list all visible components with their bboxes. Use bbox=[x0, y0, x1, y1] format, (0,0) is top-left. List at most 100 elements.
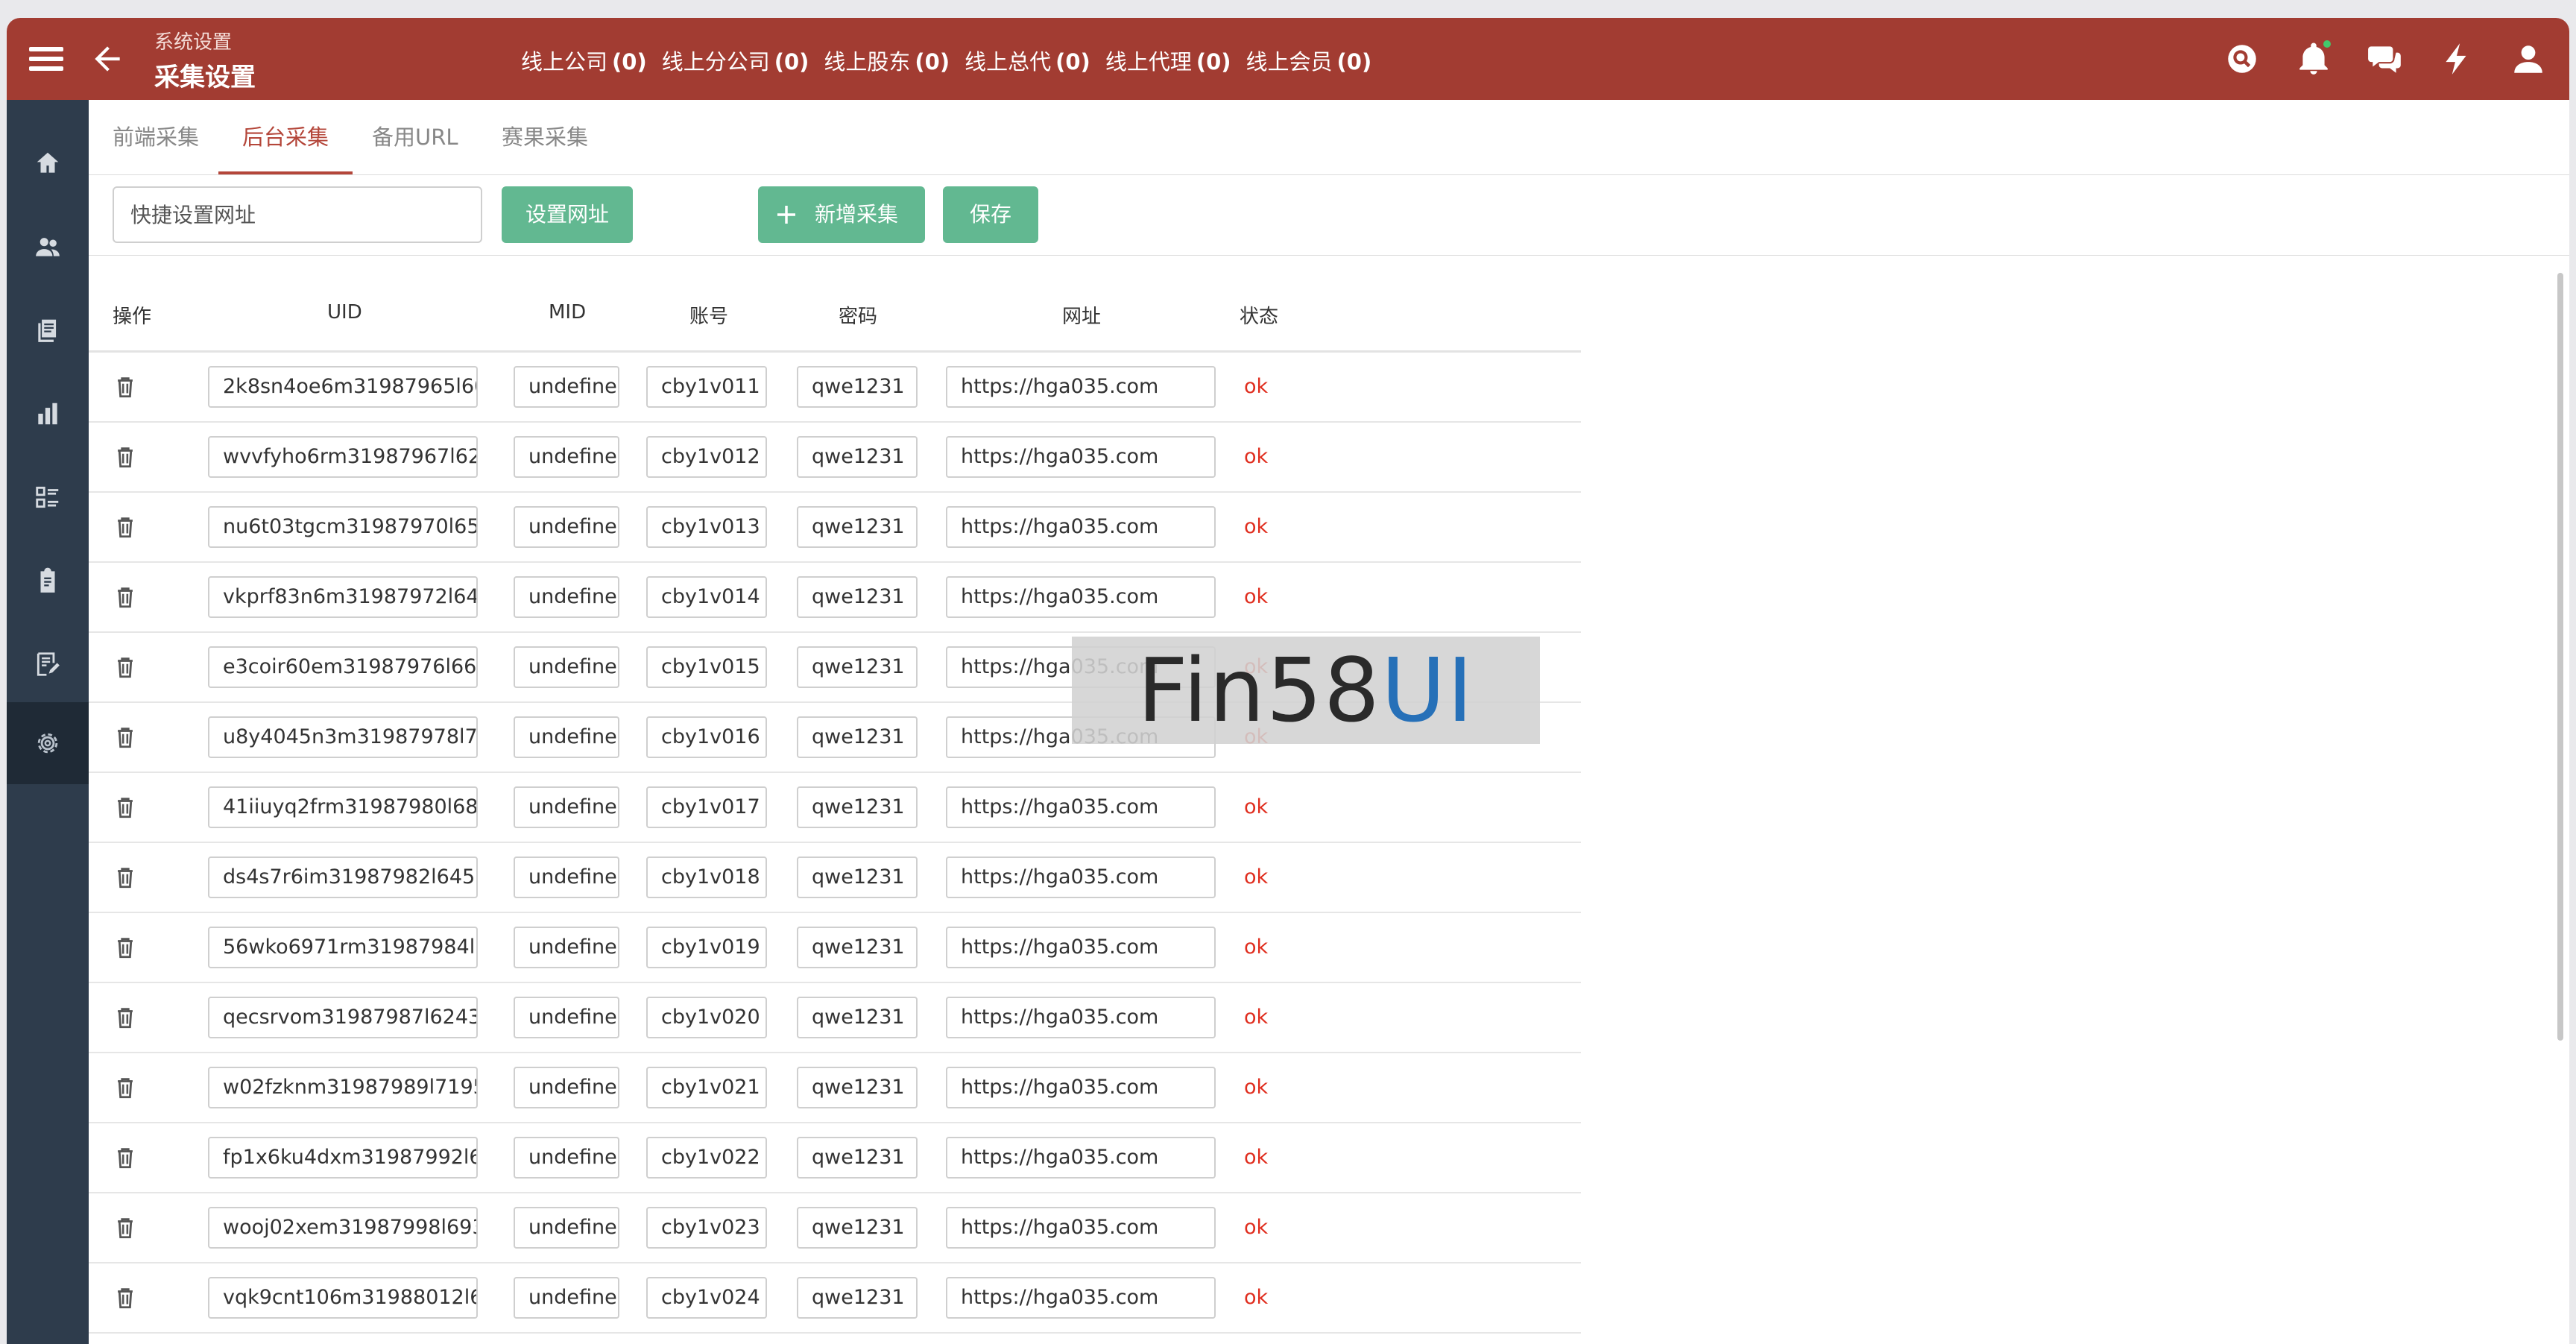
sidebar-item-list[interactable] bbox=[7, 456, 89, 538]
account-field[interactable]: cby1v019 bbox=[646, 927, 767, 968]
uid-field[interactable]: qecsrvom31987987l6243 bbox=[208, 997, 478, 1038]
mid-field[interactable]: undefined bbox=[514, 1067, 619, 1108]
set-url-button[interactable]: 设置网址 bbox=[502, 186, 633, 243]
url-field[interactable]: https://hga035.com bbox=[946, 436, 1216, 478]
online-link-branch[interactable]: 线上分公司 (0) bbox=[662, 45, 809, 76]
uid-field[interactable]: ds4s7r6im31987982l6451 bbox=[208, 856, 478, 898]
online-link-agent[interactable]: 线上代理 (0) bbox=[1105, 45, 1231, 76]
sidebar-item-home[interactable] bbox=[7, 122, 89, 204]
sidebar-item-notes[interactable] bbox=[7, 623, 89, 705]
trash-icon[interactable] bbox=[113, 373, 138, 400]
url-field[interactable]: https://hga035.com bbox=[946, 856, 1216, 898]
uid-field[interactable]: nu6t03tgcm31987970l65 bbox=[208, 506, 478, 548]
trash-icon[interactable] bbox=[113, 1214, 138, 1241]
uid-field[interactable]: u8y4045n3m31987978l7 bbox=[208, 716, 478, 758]
user-icon[interactable] bbox=[2510, 40, 2547, 78]
sidebar-item-documents[interactable] bbox=[7, 289, 89, 371]
mid-field[interactable]: undefined bbox=[514, 506, 619, 548]
account-field[interactable]: cby1v016 bbox=[646, 716, 767, 758]
uid-field[interactable]: e3coir60em31987976l66 bbox=[208, 646, 478, 688]
url-field[interactable]: https://hga035.com bbox=[946, 927, 1216, 968]
mid-field[interactable]: undefined bbox=[514, 646, 619, 688]
tab-backup-url[interactable]: 备用URL bbox=[348, 100, 482, 174]
account-field[interactable]: cby1v021 bbox=[646, 1067, 767, 1108]
trash-icon[interactable] bbox=[113, 1004, 138, 1031]
password-field[interactable]: qwe1231 bbox=[797, 646, 918, 688]
tab-backend-collect[interactable]: 后台采集 bbox=[218, 100, 353, 174]
mid-field[interactable]: undefined bbox=[514, 1137, 619, 1179]
uid-field[interactable]: vqk9cnt106m31988012l6 bbox=[208, 1277, 478, 1319]
mid-field[interactable]: undefined bbox=[514, 997, 619, 1038]
trash-icon[interactable] bbox=[113, 864, 138, 891]
uid-field[interactable]: 2k8sn4oe6m31987965l60 bbox=[208, 366, 478, 408]
password-field[interactable]: qwe1231 bbox=[797, 1067, 918, 1108]
uid-field[interactable]: wooj02xem31987998l693 bbox=[208, 1207, 478, 1249]
trash-icon[interactable] bbox=[113, 444, 138, 470]
uid-field[interactable]: 41iiuyq2frm31987980l687 bbox=[208, 786, 478, 828]
tab-frontend-collect[interactable]: 前端采集 bbox=[89, 100, 223, 174]
trash-icon[interactable] bbox=[113, 584, 138, 611]
back-arrow-icon[interactable] bbox=[89, 40, 126, 78]
url-field[interactable]: https://hga035.com bbox=[946, 1067, 1216, 1108]
trash-icon[interactable] bbox=[113, 1074, 138, 1101]
mid-field[interactable]: undefined bbox=[514, 856, 619, 898]
mid-field[interactable]: undefined bbox=[514, 436, 619, 478]
uid-field[interactable]: vkprf83n6m31987972l64 bbox=[208, 576, 478, 618]
sidebar-item-users[interactable] bbox=[7, 206, 89, 288]
account-field[interactable]: cby1v024 bbox=[646, 1277, 767, 1319]
password-field[interactable]: qwe1231 bbox=[797, 576, 918, 618]
account-field[interactable]: cby1v020 bbox=[646, 997, 767, 1038]
mid-field[interactable]: undefined bbox=[514, 716, 619, 758]
url-field[interactable]: https://hga035.com bbox=[946, 997, 1216, 1038]
online-link-company[interactable]: 线上公司 (0) bbox=[521, 45, 647, 76]
uid-field[interactable]: 56wko6971rm31987984l6 bbox=[208, 927, 478, 968]
password-field[interactable]: qwe1231 bbox=[797, 856, 918, 898]
url-field[interactable]: https://hga035.com bbox=[946, 786, 1216, 828]
trash-icon[interactable] bbox=[113, 724, 138, 751]
mid-field[interactable]: undefined bbox=[514, 1207, 619, 1249]
trash-icon[interactable] bbox=[113, 794, 138, 821]
account-field[interactable]: cby1v022 bbox=[646, 1137, 767, 1179]
quick-url-input[interactable] bbox=[113, 186, 482, 243]
url-field[interactable]: https://hga035.com bbox=[946, 1207, 1216, 1249]
mid-field[interactable]: undefined bbox=[514, 786, 619, 828]
account-field[interactable]: cby1v014 bbox=[646, 576, 767, 618]
password-field[interactable]: qwe1231 bbox=[797, 927, 918, 968]
account-field[interactable]: cby1v018 bbox=[646, 856, 767, 898]
account-field[interactable]: cby1v012 bbox=[646, 436, 767, 478]
tab-result-collect[interactable]: 赛果采集 bbox=[478, 100, 612, 174]
trash-icon[interactable] bbox=[113, 934, 138, 961]
bell-icon[interactable] bbox=[2295, 40, 2332, 78]
url-field[interactable]: https://hga035.com bbox=[946, 1137, 1216, 1179]
sidebar-item-statistics[interactable] bbox=[7, 373, 89, 455]
password-field[interactable]: qwe1231 bbox=[797, 1137, 918, 1179]
password-field[interactable]: qwe1231 bbox=[797, 1277, 918, 1319]
uid-field[interactable]: wvvfyho6rm31987967l62 bbox=[208, 436, 478, 478]
online-link-member[interactable]: 线上会员 (0) bbox=[1246, 45, 1372, 76]
mid-field[interactable]: undefined bbox=[514, 576, 619, 618]
trash-icon[interactable] bbox=[113, 1284, 138, 1311]
account-field[interactable]: cby1v017 bbox=[646, 786, 767, 828]
password-field[interactable]: qwe1231 bbox=[797, 366, 918, 408]
trash-icon[interactable] bbox=[113, 654, 138, 681]
url-field[interactable]: https://hga035.com bbox=[946, 1277, 1216, 1319]
menu-icon[interactable] bbox=[29, 42, 63, 76]
mid-field[interactable]: undefined bbox=[514, 366, 619, 408]
account-field[interactable]: cby1v011 bbox=[646, 366, 767, 408]
online-link-general-agent[interactable]: 线上总代 (0) bbox=[965, 45, 1090, 76]
password-field[interactable]: qwe1231 bbox=[797, 997, 918, 1038]
password-field[interactable]: qwe1231 bbox=[797, 436, 918, 478]
sidebar-item-settings[interactable] bbox=[7, 702, 89, 784]
account-field[interactable]: cby1v013 bbox=[646, 506, 767, 548]
mid-field[interactable]: undefined bbox=[514, 1277, 619, 1319]
save-button[interactable]: 保存 bbox=[943, 186, 1038, 243]
trash-icon[interactable] bbox=[113, 1144, 138, 1171]
add-collect-button[interactable]: 新增采集 bbox=[758, 186, 925, 243]
url-field[interactable]: https://hga035.com bbox=[946, 576, 1216, 618]
sidebar-item-clipboard[interactable] bbox=[7, 540, 89, 622]
password-field[interactable]: qwe1231 bbox=[797, 716, 918, 758]
vertical-scrollbar[interactable] bbox=[2557, 273, 2563, 1041]
mid-field[interactable]: undefined bbox=[514, 927, 619, 968]
password-field[interactable]: qwe1231 bbox=[797, 786, 918, 828]
password-field[interactable]: qwe1231 bbox=[797, 506, 918, 548]
